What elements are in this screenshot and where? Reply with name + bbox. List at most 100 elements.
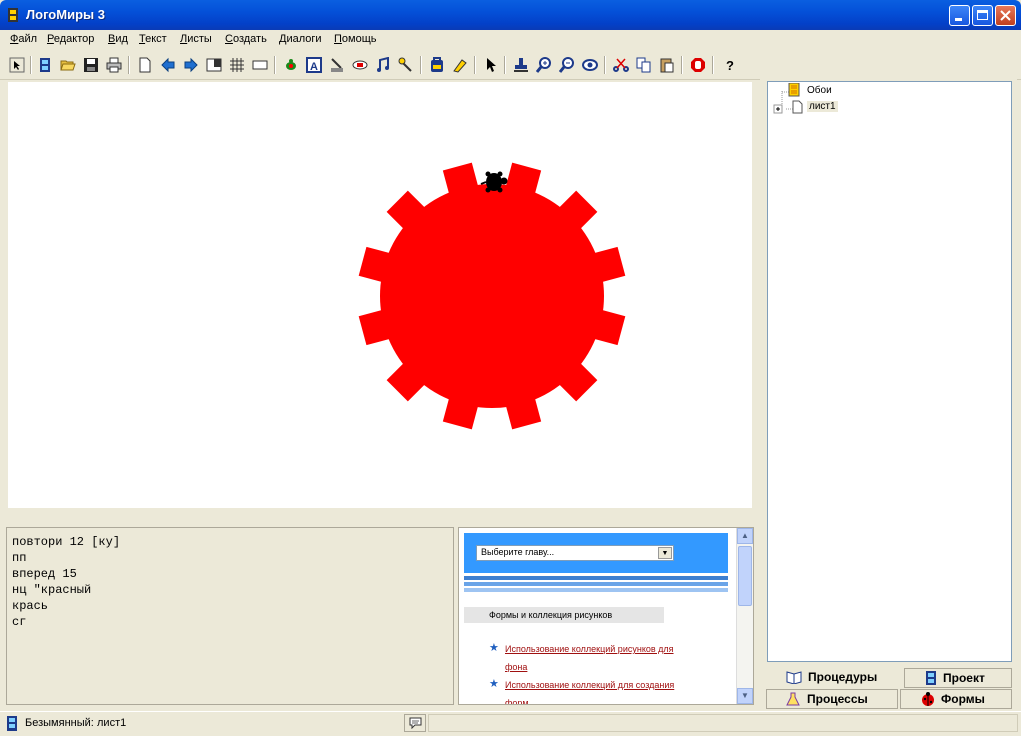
tree-item-page1[interactable]: лист1	[807, 101, 838, 112]
help-link[interactable]: Использование коллекций рисунков для	[505, 640, 674, 658]
chevron-down-icon[interactable]: ▼	[658, 547, 672, 559]
print-button[interactable]	[104, 55, 124, 75]
menu-view[interactable]: Вид	[108, 33, 128, 45]
menu-create[interactable]: Создать	[225, 33, 267, 45]
menu-dialogs[interactable]: Диалоги	[279, 33, 322, 45]
menu-help[interactable]: Помощь	[334, 33, 377, 45]
flask-icon	[786, 692, 800, 706]
stamp-button[interactable]	[511, 55, 531, 75]
select-arrow-button[interactable]	[7, 55, 27, 75]
tab-project-label: Проект	[943, 671, 985, 685]
melody-button[interactable]	[396, 55, 416, 75]
maximize-button[interactable]	[972, 5, 993, 26]
command-line: крась	[12, 599, 49, 613]
status-file-name: Безымянный:	[25, 717, 94, 729]
cut-button[interactable]	[611, 55, 631, 75]
paint-button[interactable]	[450, 55, 470, 75]
melody-icon	[398, 57, 412, 72]
music-button[interactable]	[373, 55, 393, 75]
save-button[interactable]	[81, 55, 101, 75]
divider	[464, 576, 728, 580]
rectangle-icon	[252, 60, 268, 70]
menu-editor[interactable]: Редактор	[47, 33, 94, 45]
stamp-icon	[514, 58, 528, 72]
project-icon	[7, 716, 17, 731]
tab-project[interactable]: Проект	[904, 668, 1012, 688]
help-pane: Выберите главу... ▼ Формы и коллекция ри…	[458, 527, 754, 705]
help-link[interactable]: форм	[505, 694, 529, 704]
gear-shape	[358, 162, 626, 430]
title-bar[interactable]: ЛогоМиры 3	[0, 0, 1021, 30]
select-arrow-icon	[9, 57, 25, 73]
next-page-button[interactable]	[181, 55, 201, 75]
menu-file[interactable]: Файл	[10, 33, 37, 45]
scroll-thumb[interactable]	[738, 546, 752, 606]
save-icon	[84, 58, 98, 72]
zoom-in-button[interactable]	[534, 55, 554, 75]
command-line: нц "красный	[12, 583, 92, 597]
pointer-button[interactable]	[481, 55, 501, 75]
command-center[interactable]: повтори 12 [ку] пп вперед 15 нц "красный…	[6, 527, 454, 705]
help-scrollbar[interactable]: ▲ ▼	[736, 528, 753, 704]
tab-forms[interactable]: Формы	[900, 689, 1012, 709]
book-icon	[786, 671, 802, 684]
help-link[interactable]: фона	[505, 658, 527, 676]
tab-processes[interactable]: Процессы	[766, 689, 898, 709]
open-button[interactable]	[58, 55, 78, 75]
tab-processes-label: Процессы	[807, 692, 868, 706]
minimize-button[interactable]	[949, 5, 970, 26]
backpack-button[interactable]	[427, 55, 447, 75]
stop-icon	[691, 58, 705, 72]
menu-text[interactable]: Текст	[139, 33, 167, 45]
open-folder-icon	[60, 60, 76, 71]
tree-item-wallpaper[interactable]: Обои	[807, 85, 832, 96]
scroll-down-icon[interactable]: ▼	[737, 688, 753, 704]
zoom-in-icon	[536, 57, 551, 73]
help-section-title: Формы и коллекция рисунков	[464, 607, 664, 623]
divider	[464, 588, 728, 592]
music-icon	[377, 57, 389, 72]
command-line: вперед 15	[12, 567, 77, 581]
prev-page-button[interactable]	[158, 55, 178, 75]
chapter-select-value: Выберите главу...	[481, 547, 555, 557]
divider	[464, 582, 728, 586]
star-bullet-icon: ★	[489, 678, 499, 690]
scroll-up-icon[interactable]: ▲	[737, 528, 753, 544]
menu-bar: Файл Редактор Вид Текст Листы Создать Ди…	[0, 30, 1021, 50]
help-button[interactable]: ?	[720, 55, 740, 75]
status-message-cell[interactable]	[404, 714, 426, 732]
star-bullet-icon: ★	[489, 642, 499, 654]
stop-button[interactable]	[688, 55, 708, 75]
tab-procedures-label: Процедуры	[808, 670, 878, 684]
wallpaper-icon	[788, 83, 800, 97]
speech-bubble-icon	[409, 717, 422, 729]
new-turtle-button[interactable]	[281, 55, 301, 75]
help-link[interactable]: Использование коллекций для создания	[505, 676, 674, 694]
zoom-out-button[interactable]	[557, 55, 577, 75]
status-page-name: лист1	[97, 717, 127, 729]
tab-procedures[interactable]: Процедуры	[766, 666, 902, 688]
button-tool-button[interactable]	[327, 55, 347, 75]
show-hide-button[interactable]	[580, 55, 600, 75]
menu-pages[interactable]: Листы	[180, 33, 212, 45]
grid-button[interactable]	[227, 55, 247, 75]
project-button[interactable]	[35, 55, 55, 75]
paste-button[interactable]	[657, 55, 677, 75]
new-page-button[interactable]	[135, 55, 155, 75]
close-button[interactable]	[995, 5, 1016, 26]
new-page-icon	[139, 57, 151, 73]
rectangle-button[interactable]	[250, 55, 270, 75]
drawing-canvas[interactable]	[8, 82, 752, 508]
command-line: пп	[12, 551, 27, 565]
grid-icon	[230, 58, 244, 72]
slider-tool-button[interactable]	[350, 55, 370, 75]
horizontal-splitter[interactable]	[0, 508, 760, 525]
zoom-out-icon	[559, 57, 574, 73]
chapter-select[interactable]: Выберите главу... ▼	[476, 545, 674, 561]
copy-icon	[636, 57, 651, 73]
text-box-button[interactable]: A	[304, 55, 324, 75]
copy-button[interactable]	[634, 55, 654, 75]
next-page-icon	[184, 57, 198, 73]
eye-icon	[582, 59, 598, 71]
page-view-button[interactable]	[204, 55, 224, 75]
